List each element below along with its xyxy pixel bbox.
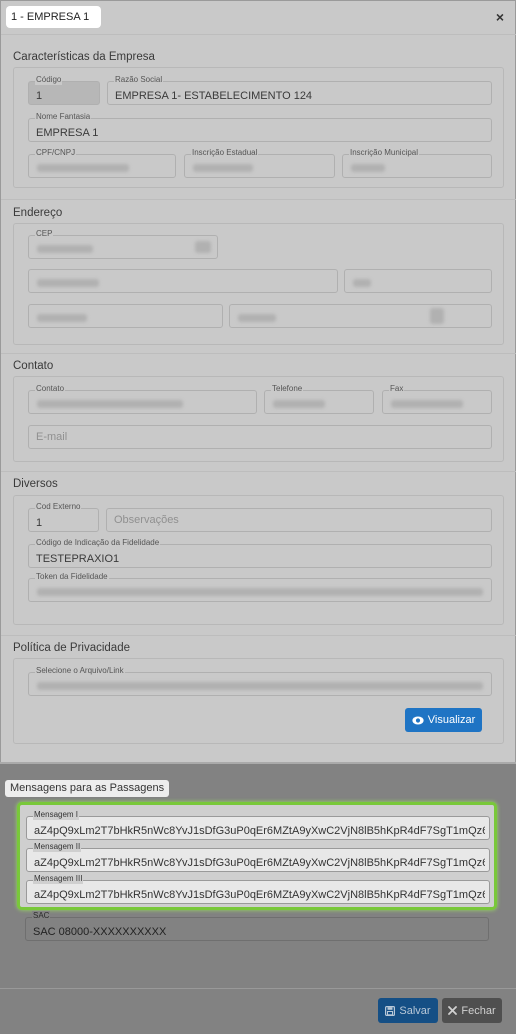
modal-title: 1 - EMPRESA 1 (6, 6, 101, 28)
inscricao-estadual-label: Inscrição Estadual (191, 148, 259, 158)
visualizar-button[interactable]: Visualizar (405, 708, 482, 732)
contato-panel (13, 376, 504, 462)
token-fidelidade-field[interactable]: Token da Fidelidade (28, 572, 492, 602)
section-title-caracteristicas: Características da Empresa (13, 51, 155, 63)
razao-social-field[interactable]: Razão Social EMPRESA 1- ESTABELECIMENTO … (107, 75, 492, 105)
fechar-label: Fechar (461, 1004, 496, 1017)
blurred-value (37, 588, 483, 596)
blurred-value (351, 164, 385, 172)
divider (1, 199, 516, 200)
divider (1, 635, 516, 636)
cod-externo-label: Cod Externo (35, 502, 82, 512)
mensagem-3-field[interactable]: Mensagem III aZ4pQ9xLm2T7bHkR5nWc8YvJ1sD… (26, 874, 490, 904)
blurred-value (353, 279, 371, 287)
nome-fantasia-field[interactable]: Nome Fantasia EMPRESA 1 (28, 112, 492, 142)
blurred-search-icon (195, 241, 211, 253)
observacoes-placeholder: Observações (114, 514, 179, 526)
codigo-fidelidade-label: Código de Indicação da Fidelidade (35, 538, 161, 548)
token-fidelidade-label: Token da Fidelidade (35, 572, 109, 582)
cod-externo-field[interactable]: Cod Externo 1 (28, 502, 99, 532)
blurred-value (391, 400, 463, 408)
sac-field[interactable]: SAC SAC 08000-XXXXXXXXXX (25, 911, 489, 941)
cod-externo-value: 1 (36, 517, 43, 529)
mensagem-3-label: Mensagem III (33, 874, 84, 884)
section-title-diversos: Diversos (13, 478, 58, 490)
salvar-label: Salvar (399, 1004, 431, 1017)
numero-field[interactable] (344, 269, 492, 293)
codigo-field[interactable]: Código 1 (28, 75, 100, 105)
codigo-value: 1 (36, 90, 43, 102)
blurred-value (37, 164, 129, 172)
fax-field[interactable]: Fax (382, 384, 492, 414)
blurred-value (37, 314, 87, 322)
sac-label: SAC (32, 911, 51, 921)
visualizar-label: Visualizar (427, 714, 476, 726)
bairro-field[interactable] (28, 304, 223, 328)
blurred-value (37, 400, 183, 408)
observacoes-field[interactable]: Observações (106, 508, 492, 532)
email-field[interactable]: E-mail (28, 425, 492, 449)
eye-icon (412, 716, 424, 724)
sac-value: SAC 08000-XXXXXXXXXX (33, 926, 167, 938)
save-icon (385, 1005, 396, 1016)
section-title-mensagens: Mensagens para as Passagens (5, 780, 170, 797)
razao-social-value: EMPRESA 1- ESTABELECIMENTO 124 (115, 90, 313, 102)
mensagem-2-value: aZ4pQ9xLm2T7bHkR5nWc8YvJ1sDfG3uP0qEr6MZt… (34, 857, 485, 869)
cidade-field[interactable] (229, 304, 492, 328)
divider (1, 353, 516, 354)
inscricao-municipal-field[interactable]: Inscrição Municipal (342, 148, 492, 178)
section-title-contato: Contato (13, 360, 54, 372)
codigo-label: Código (35, 75, 63, 85)
codigo-fidelidade-field[interactable]: Código de Indicação da Fidelidade TESTEP… (28, 538, 492, 568)
x-icon (448, 1006, 458, 1015)
mensagem-1-field[interactable]: Mensagem I aZ4pQ9xLm2T7bHkR5nWc8YvJ1sDfG… (26, 810, 490, 840)
codigo-fidelidade-value: TESTEPRAXIO1 (36, 553, 120, 565)
mensagem-2-field[interactable]: Mensagem II aZ4pQ9xLm2T7bHkR5nWc8YvJ1sDf… (26, 842, 490, 872)
mensagem-2-label: Mensagem II (33, 842, 82, 852)
blurred-value (193, 164, 253, 172)
blurred-uf (430, 308, 444, 324)
blurred-value (37, 682, 483, 690)
cep-field[interactable]: CEP (28, 229, 218, 259)
contato-label: Contato (35, 384, 66, 394)
divider (1, 34, 516, 35)
contato-field[interactable]: Contato (28, 384, 257, 414)
fechar-button[interactable]: Fechar (442, 998, 502, 1023)
mensagens-highlight: Mensagem I aZ4pQ9xLm2T7bHkR5nWc8YvJ1sDfG… (17, 802, 497, 910)
inscricao-estadual-field[interactable]: Inscrição Estadual (184, 148, 335, 178)
blurred-value (37, 279, 99, 287)
nome-fantasia-value: EMPRESA 1 (36, 127, 99, 139)
arquivo-link-field[interactable]: Selecione o Arquivo/Link (28, 666, 492, 696)
cep-label: CEP (35, 229, 54, 239)
blurred-value (37, 245, 93, 253)
logradouro-field[interactable] (28, 269, 338, 293)
blurred-value (238, 314, 276, 322)
mensagem-1-value: aZ4pQ9xLm2T7bHkR5nWc8YvJ1sDfG3uP0qEr6MZt… (34, 825, 485, 837)
telefone-field[interactable]: Telefone (264, 384, 374, 414)
arquivo-link-label: Selecione o Arquivo/Link (35, 666, 125, 676)
salvar-button[interactable]: Salvar (378, 998, 438, 1023)
blurred-value (273, 400, 325, 408)
cnpj-field[interactable]: CPF/CNPJ (28, 148, 176, 178)
inscricao-municipal-label: Inscrição Municipal (349, 148, 420, 158)
razao-social-label: Razão Social (114, 75, 164, 85)
section-title-privacidade: Política de Privacidade (13, 642, 130, 654)
telefone-label: Telefone (271, 384, 304, 394)
footer-divider (0, 988, 516, 989)
divider (1, 471, 516, 472)
cnpj-label: CPF/CNPJ (35, 148, 77, 158)
mensagem-1-label: Mensagem I (33, 810, 80, 820)
nome-fantasia-label: Nome Fantasia (35, 112, 92, 122)
section-title-endereco: Endereço (13, 207, 63, 219)
mensagem-3-value: aZ4pQ9xLm2T7bHkR5nWc8YvJ1sDfG3uP0qEr6MZt… (34, 889, 485, 901)
email-placeholder: E-mail (36, 431, 68, 443)
close-icon[interactable]: × (496, 9, 504, 25)
fax-label: Fax (389, 384, 405, 394)
